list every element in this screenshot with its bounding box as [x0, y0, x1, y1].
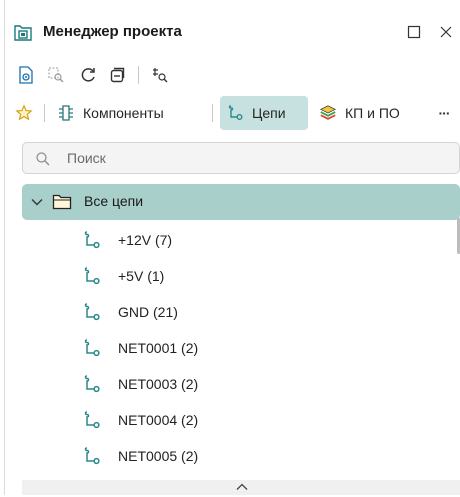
- tab-label: Компоненты: [83, 105, 164, 121]
- tab-label: Цепи: [252, 105, 286, 121]
- net-icon: [82, 266, 102, 286]
- title-bar: Менеджер проекта: [5, 18, 460, 46]
- tab-components[interactable]: Компоненты: [51, 96, 170, 130]
- net-icon: [226, 104, 244, 122]
- document-view-icon[interactable]: [15, 64, 37, 86]
- tabs-row: Компоненты Цепи КП и ПО ···: [5, 96, 460, 130]
- tree-root-label: Все цепи: [84, 193, 144, 209]
- net-label: NET0005 (2): [118, 448, 199, 464]
- tab-label: КП и ПО: [345, 105, 400, 121]
- net-icon: [82, 338, 102, 358]
- net-label: NET0004 (2): [118, 412, 199, 428]
- more-options-button[interactable]: ···: [433, 96, 455, 130]
- find-component-icon[interactable]: [149, 64, 171, 86]
- tab-pads-vias[interactable]: КП и ПО: [313, 96, 406, 130]
- net-icon: [82, 374, 102, 394]
- close-icon[interactable]: [435, 21, 457, 43]
- project-manager-panel: Менеджер проекта Компоненты Цепи КП и ПО…: [4, 0, 460, 495]
- net-icon: [82, 230, 102, 250]
- tab-nets[interactable]: Цепи: [220, 96, 308, 130]
- search-icon: [35, 151, 51, 167]
- net-item[interactable]: NET0004 (2): [22, 402, 452, 438]
- tree-root-all-nets[interactable]: Все цепи: [22, 184, 460, 220]
- restore-icon[interactable]: [403, 21, 425, 43]
- net-icon: [82, 302, 102, 322]
- star-icon: [15, 104, 33, 122]
- net-item[interactable]: NET0003 (2): [22, 366, 452, 402]
- component-icon: [57, 104, 75, 122]
- tab-favorites[interactable]: [11, 96, 37, 130]
- net-label: NET0003 (2): [118, 376, 199, 392]
- net-label: GND (21): [118, 304, 178, 320]
- net-icon: [82, 446, 102, 466]
- search-box: [22, 142, 460, 174]
- tab-separator: [212, 104, 213, 122]
- layers-icon: [319, 104, 337, 122]
- chevron-up-icon[interactable]: [235, 479, 249, 497]
- net-label: NET0001 (2): [118, 340, 199, 356]
- panel-title: Менеджер проекта: [43, 23, 182, 40]
- toolbar-separator: [138, 66, 139, 84]
- project-manager-icon: [13, 22, 33, 42]
- zoom-selection-icon[interactable]: [45, 64, 67, 86]
- net-item[interactable]: NET0005 (2): [22, 438, 452, 474]
- chevron-down-icon[interactable]: [30, 195, 44, 209]
- folder-icon: [52, 193, 72, 211]
- net-label: +12V (7): [118, 232, 173, 248]
- collapse-bar[interactable]: [22, 480, 460, 495]
- toolbar: [5, 62, 460, 88]
- net-icon: [82, 410, 102, 430]
- net-item[interactable]: +5V (1): [22, 258, 452, 294]
- net-item[interactable]: GND (21): [22, 294, 452, 330]
- tab-separator: [44, 104, 45, 122]
- search-input[interactable]: [67, 148, 447, 168]
- nets-tree: Все цепи +12V (7) +5V (1) GND (21) NET00…: [22, 184, 460, 480]
- refresh-icon[interactable]: [77, 64, 99, 86]
- collapse-all-icon[interactable]: [107, 64, 129, 86]
- net-label: +5V (1): [118, 268, 165, 284]
- net-item[interactable]: NET0001 (2): [22, 330, 452, 366]
- net-item[interactable]: +12V (7): [22, 222, 452, 258]
